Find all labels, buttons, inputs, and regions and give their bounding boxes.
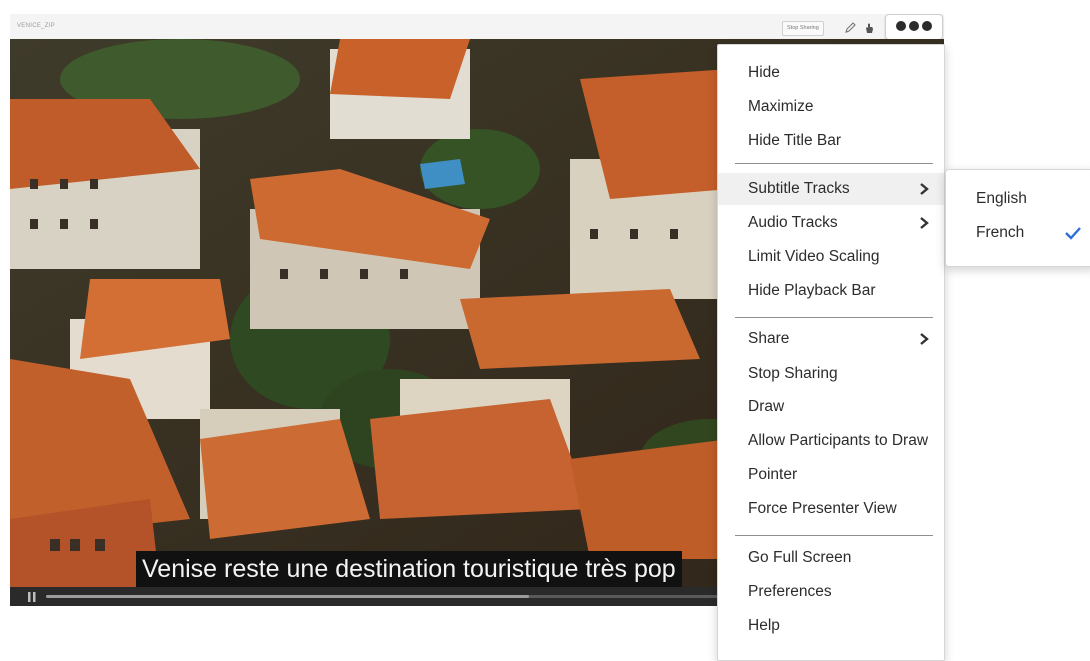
subtitle-track-english[interactable]: English (946, 183, 1090, 215)
menu-item-help[interactable]: Help (718, 610, 944, 642)
menu-item-subtitle-tracks[interactable]: Subtitle Tracks (718, 173, 944, 205)
menu-item-force-presenter-view[interactable]: Force Presenter View (718, 493, 944, 525)
pod-title-bar: VENICE_ZIP Stop Sharing (10, 14, 944, 41)
menu-item-audio-tracks[interactable]: Audio Tracks (718, 207, 944, 239)
menu-item-limit-video-scaling[interactable]: Limit Video Scaling (718, 241, 944, 273)
menu-item-hide[interactable]: Hide (718, 57, 944, 89)
menu-separator (735, 535, 933, 536)
pod-title: VENICE_ZIP (17, 23, 56, 29)
menu-item-pointer[interactable]: Pointer (718, 459, 944, 491)
menu-item-preferences[interactable]: Preferences (718, 576, 944, 608)
pause-icon[interactable] (28, 592, 36, 602)
checkmark-icon (1065, 227, 1081, 240)
stop-sharing-button[interactable]: Stop Sharing (782, 21, 824, 36)
subtitle-tracks-submenu: English French (945, 169, 1090, 267)
menu-item-stop-sharing[interactable]: Stop Sharing (718, 358, 944, 390)
menu-item-maximize[interactable]: Maximize (718, 91, 944, 123)
chevron-right-icon (920, 183, 929, 195)
subtitle-track-french[interactable]: French (946, 217, 1090, 249)
subtitle-caption: Venise reste une destination touristique… (136, 551, 682, 587)
menu-separator (735, 317, 933, 318)
menu-item-go-full-screen[interactable]: Go Full Screen (718, 542, 944, 574)
menu-item-share[interactable]: Share (718, 323, 944, 355)
chevron-right-icon (920, 217, 929, 229)
pencil-icon[interactable] (843, 21, 857, 35)
menu-item-hide-title-bar[interactable]: Hide Title Bar (718, 125, 944, 157)
more-options-icon (896, 21, 932, 31)
more-options-button[interactable] (885, 14, 943, 40)
menu-item-draw[interactable]: Draw (718, 391, 944, 423)
hand-pointer-icon[interactable] (862, 21, 876, 35)
menu-item-allow-participants-to-draw[interactable]: Allow Participants to Draw (718, 425, 944, 457)
chevron-right-icon (920, 333, 929, 345)
pod-options-menu: Hide Maximize Hide Title Bar Subtitle Tr… (717, 44, 945, 661)
seek-slider[interactable] (46, 595, 726, 598)
seek-progress (46, 595, 529, 598)
menu-separator (735, 163, 933, 164)
menu-item-hide-playback-bar[interactable]: Hide Playback Bar (718, 275, 944, 307)
